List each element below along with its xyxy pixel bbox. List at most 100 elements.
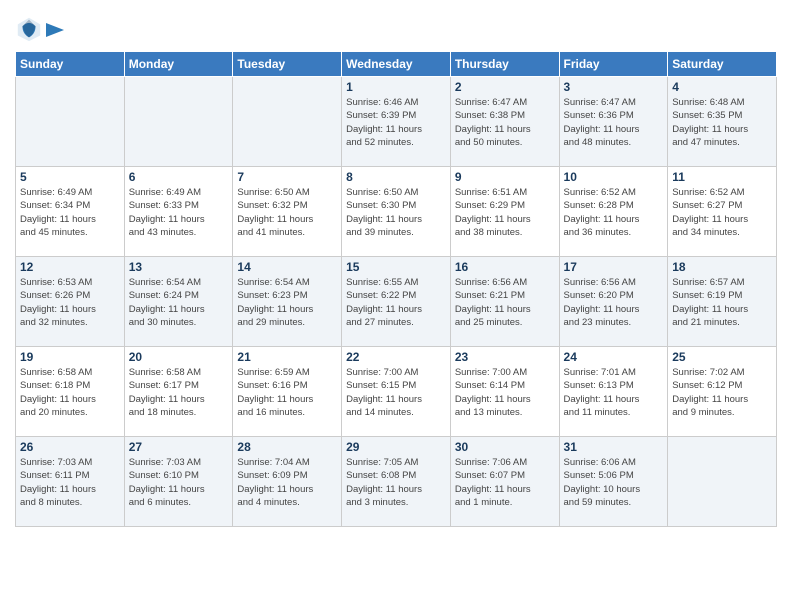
calendar-cell: 4 Sunrise: 6:48 AM Sunset: 6:35 PM Daylig…	[668, 77, 777, 167]
weekday-header-monday: Monday	[124, 52, 233, 77]
calendar-cell: 6 Sunrise: 6:49 AM Sunset: 6:33 PM Daylig…	[124, 167, 233, 257]
logo	[15, 15, 65, 43]
calendar-body: 1Sunrise: 6:46 AM Sunset: 6:39 PM Daylig…	[16, 77, 777, 527]
calendar-table: SundayMondayTuesdayWednesdayThursdayFrid…	[15, 51, 777, 527]
weekday-row: SundayMondayTuesdayWednesdayThursdayFrid…	[16, 52, 777, 77]
calendar-cell: 23 Sunrise: 7:00 AM Sunset: 6:14 PM Dayli…	[450, 347, 559, 437]
calendar-cell: 25 Sunrise: 7:02 AM Sunset: 6:12 PM Dayli…	[668, 347, 777, 437]
day-number: 29	[346, 440, 446, 454]
day-number: 4	[672, 80, 772, 94]
day-number: 5	[20, 170, 120, 184]
day-number: 22	[346, 350, 446, 364]
calendar-cell: 10Sunrise: 6:52 AM Sunset: 6:28 PM Dayli…	[559, 167, 668, 257]
day-info: Sunrise: 7:02 AM Sunset: 6:12 PM Dayligh…	[672, 366, 772, 419]
day-number: 23	[455, 350, 555, 364]
calendar-week-2: 5 Sunrise: 6:49 AM Sunset: 6:34 PM Daylig…	[16, 167, 777, 257]
calendar-cell	[233, 77, 342, 167]
day-number: 20	[129, 350, 229, 364]
calendar-cell: 26 Sunrise: 7:03 AM Sunset: 6:11 PM Dayli…	[16, 437, 125, 527]
calendar-cell: 7 Sunrise: 6:50 AM Sunset: 6:32 PM Daylig…	[233, 167, 342, 257]
day-number: 12	[20, 260, 120, 274]
day-info: Sunrise: 6:56 AM Sunset: 6:21 PM Dayligh…	[455, 276, 555, 329]
day-info: Sunrise: 7:00 AM Sunset: 6:15 PM Dayligh…	[346, 366, 446, 419]
day-info: Sunrise: 6:06 AM Sunset: 5:06 PM Dayligh…	[564, 456, 664, 509]
day-info: Sunrise: 7:03 AM Sunset: 6:10 PM Dayligh…	[129, 456, 229, 509]
day-number: 6	[129, 170, 229, 184]
day-info: Sunrise: 6:54 AM Sunset: 6:23 PM Dayligh…	[237, 276, 337, 329]
calendar-cell: 21 Sunrise: 6:59 AM Sunset: 6:16 PM Dayli…	[233, 347, 342, 437]
calendar-cell: 28 Sunrise: 7:04 AM Sunset: 6:09 PM Dayli…	[233, 437, 342, 527]
day-number: 24	[564, 350, 664, 364]
calendar-cell: 20 Sunrise: 6:58 AM Sunset: 6:17 PM Dayli…	[124, 347, 233, 437]
day-info: Sunrise: 6:58 AM Sunset: 6:18 PM Dayligh…	[20, 366, 120, 419]
calendar-cell: 30Sunrise: 7:06 AM Sunset: 6:07 PM Dayli…	[450, 437, 559, 527]
day-number: 31	[564, 440, 664, 454]
calendar-cell: 31 Sunrise: 6:06 AM Sunset: 5:06 PM Dayli…	[559, 437, 668, 527]
day-number: 11	[672, 170, 772, 184]
day-number: 28	[237, 440, 337, 454]
day-info: Sunrise: 7:05 AM Sunset: 6:08 PM Dayligh…	[346, 456, 446, 509]
day-info: Sunrise: 6:47 AM Sunset: 6:38 PM Dayligh…	[455, 96, 555, 149]
weekday-header-saturday: Saturday	[668, 52, 777, 77]
calendar-cell	[124, 77, 233, 167]
day-number: 19	[20, 350, 120, 364]
calendar-cell: 11 Sunrise: 6:52 AM Sunset: 6:27 PM Dayli…	[668, 167, 777, 257]
calendar-cell: 8Sunrise: 6:50 AM Sunset: 6:30 PM Daylig…	[342, 167, 451, 257]
calendar-cell: 2 Sunrise: 6:47 AM Sunset: 6:38 PM Daylig…	[450, 77, 559, 167]
calendar-cell: 29 Sunrise: 7:05 AM Sunset: 6:08 PM Dayli…	[342, 437, 451, 527]
day-info: Sunrise: 6:47 AM Sunset: 6:36 PM Dayligh…	[564, 96, 664, 149]
day-info: Sunrise: 6:46 AM Sunset: 6:39 PM Dayligh…	[346, 96, 446, 149]
day-info: Sunrise: 7:03 AM Sunset: 6:11 PM Dayligh…	[20, 456, 120, 509]
day-number: 16	[455, 260, 555, 274]
calendar-cell: 18 Sunrise: 6:57 AM Sunset: 6:19 PM Dayli…	[668, 257, 777, 347]
day-number: 9	[455, 170, 555, 184]
day-info: Sunrise: 7:06 AM Sunset: 6:07 PM Dayligh…	[455, 456, 555, 509]
day-info: Sunrise: 6:49 AM Sunset: 6:33 PM Dayligh…	[129, 186, 229, 239]
day-info: Sunrise: 6:49 AM Sunset: 6:34 PM Dayligh…	[20, 186, 120, 239]
weekday-header-thursday: Thursday	[450, 52, 559, 77]
calendar-header: SundayMondayTuesdayWednesdayThursdayFrid…	[16, 52, 777, 77]
day-info: Sunrise: 6:56 AM Sunset: 6:20 PM Dayligh…	[564, 276, 664, 329]
day-number: 10	[564, 170, 664, 184]
calendar-cell: 13 Sunrise: 6:54 AM Sunset: 6:24 PM Dayli…	[124, 257, 233, 347]
calendar-cell: 5 Sunrise: 6:49 AM Sunset: 6:34 PM Daylig…	[16, 167, 125, 257]
day-info: Sunrise: 6:51 AM Sunset: 6:29 PM Dayligh…	[455, 186, 555, 239]
calendar-cell: 19 Sunrise: 6:58 AM Sunset: 6:18 PM Dayli…	[16, 347, 125, 437]
day-info: Sunrise: 6:48 AM Sunset: 6:35 PM Dayligh…	[672, 96, 772, 149]
weekday-header-wednesday: Wednesday	[342, 52, 451, 77]
day-info: Sunrise: 7:00 AM Sunset: 6:14 PM Dayligh…	[455, 366, 555, 419]
day-number: 2	[455, 80, 555, 94]
logo-icon	[15, 15, 43, 43]
day-number: 25	[672, 350, 772, 364]
day-info: Sunrise: 7:04 AM Sunset: 6:09 PM Dayligh…	[237, 456, 337, 509]
calendar-week-4: 19 Sunrise: 6:58 AM Sunset: 6:18 PM Dayli…	[16, 347, 777, 437]
day-number: 18	[672, 260, 772, 274]
day-number: 3	[564, 80, 664, 94]
calendar-cell: 16 Sunrise: 6:56 AM Sunset: 6:21 PM Dayli…	[450, 257, 559, 347]
calendar-cell	[16, 77, 125, 167]
day-number: 7	[237, 170, 337, 184]
day-number: 27	[129, 440, 229, 454]
day-number: 8	[346, 170, 446, 184]
calendar-cell: 22 Sunrise: 7:00 AM Sunset: 6:15 PM Dayli…	[342, 347, 451, 437]
day-info: Sunrise: 6:54 AM Sunset: 6:24 PM Dayligh…	[129, 276, 229, 329]
day-number: 26	[20, 440, 120, 454]
day-info: Sunrise: 6:50 AM Sunset: 6:32 PM Dayligh…	[237, 186, 337, 239]
day-info: Sunrise: 7:01 AM Sunset: 6:13 PM Dayligh…	[564, 366, 664, 419]
weekday-header-sunday: Sunday	[16, 52, 125, 77]
calendar-week-1: 1Sunrise: 6:46 AM Sunset: 6:39 PM Daylig…	[16, 77, 777, 167]
calendar-cell: 14Sunrise: 6:54 AM Sunset: 6:23 PM Dayli…	[233, 257, 342, 347]
calendar-cell	[668, 437, 777, 527]
day-number: 13	[129, 260, 229, 274]
calendar-cell: 3 Sunrise: 6:47 AM Sunset: 6:36 PM Daylig…	[559, 77, 668, 167]
calendar-cell: 17Sunrise: 6:56 AM Sunset: 6:20 PM Dayli…	[559, 257, 668, 347]
calendar-week-3: 12Sunrise: 6:53 AM Sunset: 6:26 PM Dayli…	[16, 257, 777, 347]
day-info: Sunrise: 6:59 AM Sunset: 6:16 PM Dayligh…	[237, 366, 337, 419]
day-number: 21	[237, 350, 337, 364]
calendar-week-5: 26 Sunrise: 7:03 AM Sunset: 6:11 PM Dayli…	[16, 437, 777, 527]
day-info: Sunrise: 6:58 AM Sunset: 6:17 PM Dayligh…	[129, 366, 229, 419]
day-info: Sunrise: 6:52 AM Sunset: 6:27 PM Dayligh…	[672, 186, 772, 239]
day-info: Sunrise: 6:57 AM Sunset: 6:19 PM Dayligh…	[672, 276, 772, 329]
calendar-cell: 27 Sunrise: 7:03 AM Sunset: 6:10 PM Dayli…	[124, 437, 233, 527]
calendar-cell: 1Sunrise: 6:46 AM Sunset: 6:39 PM Daylig…	[342, 77, 451, 167]
